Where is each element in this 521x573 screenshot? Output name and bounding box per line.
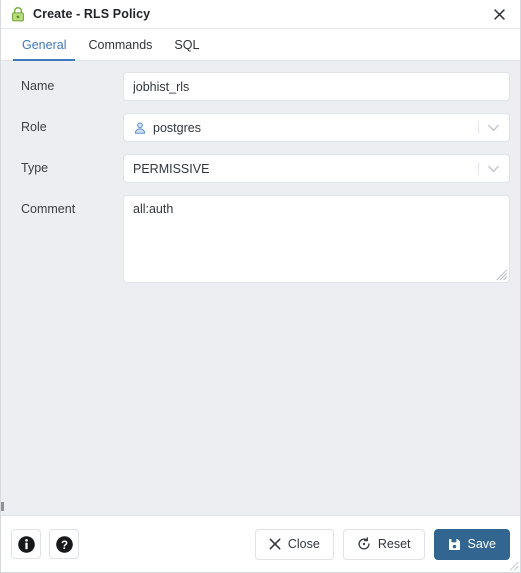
window-title: Create - RLS Policy (33, 7, 151, 21)
type-field-wrap: PERMISSIVE (123, 154, 510, 183)
tab-bar: General Commands SQL (1, 29, 520, 61)
role-select[interactable]: postgres (123, 113, 510, 142)
close-button[interactable]: Close (254, 528, 334, 560)
role-label: Role (21, 120, 47, 134)
reset-button[interactable]: Reset (342, 528, 425, 560)
name-label: Name (21, 79, 55, 93)
role-row: Role postgres (1, 113, 520, 142)
tab-commands[interactable]: Commands (77, 29, 163, 60)
type-select-value: PERMISSIVE (133, 161, 210, 176)
type-row: Type PERMISSIVE (1, 154, 520, 183)
role-select-value-wrap: postgres (133, 121, 201, 135)
close-window-button[interactable] (486, 2, 512, 26)
role-field-wrap: postgres (123, 113, 510, 142)
type-label: Type (21, 161, 49, 175)
user-icon (134, 122, 146, 134)
role-chevron-down-icon[interactable] (486, 114, 500, 141)
role-select-separator (478, 121, 479, 134)
help-icon: ? (55, 535, 73, 553)
tab-sql[interactable]: SQL (163, 29, 210, 60)
type-select-value-wrap: PERMISSIVE (133, 162, 209, 176)
save-button-label: Save (467, 537, 497, 551)
role-select-value: postgres (153, 120, 201, 135)
tab-commands-label: Commands (88, 37, 153, 52)
resize-tick-upper (1, 502, 4, 511)
name-input[interactable] (123, 72, 510, 101)
lock-icon (12, 7, 24, 22)
close-button-label: Close (287, 537, 320, 551)
dialog-footer: ? Close Reset Save (1, 515, 520, 572)
type-chevron-down-icon[interactable] (486, 155, 500, 182)
title-bar: Create - RLS Policy (1, 0, 520, 29)
tab-sql-label: SQL (174, 37, 200, 52)
svg-text:?: ? (60, 539, 67, 551)
save-button[interactable]: Save (433, 528, 510, 560)
close-x-icon (269, 538, 281, 550)
create-rls-policy-dialog: Create - RLS Policy General Commands SQL… (0, 0, 521, 573)
tab-general[interactable]: General (11, 29, 77, 61)
type-select-separator (478, 162, 479, 175)
help-button[interactable]: ? (49, 529, 79, 559)
save-disk-icon (448, 538, 460, 550)
info-button[interactable] (11, 529, 41, 559)
tab-general-label: General (22, 37, 67, 52)
close-icon (493, 8, 505, 20)
info-icon (17, 535, 35, 553)
name-row: Name (1, 72, 520, 101)
comment-label: Comment (21, 202, 76, 216)
general-tab-panel: Name Role postgres (1, 61, 520, 515)
type-select[interactable]: PERMISSIVE (123, 154, 510, 183)
comment-textarea[interactable] (123, 195, 510, 283)
reset-button-label: Reset (377, 537, 411, 551)
comment-row: Comment (1, 195, 520, 283)
comment-field-wrap (123, 195, 510, 283)
reset-icon (358, 537, 370, 550)
name-field-wrap (123, 72, 510, 101)
